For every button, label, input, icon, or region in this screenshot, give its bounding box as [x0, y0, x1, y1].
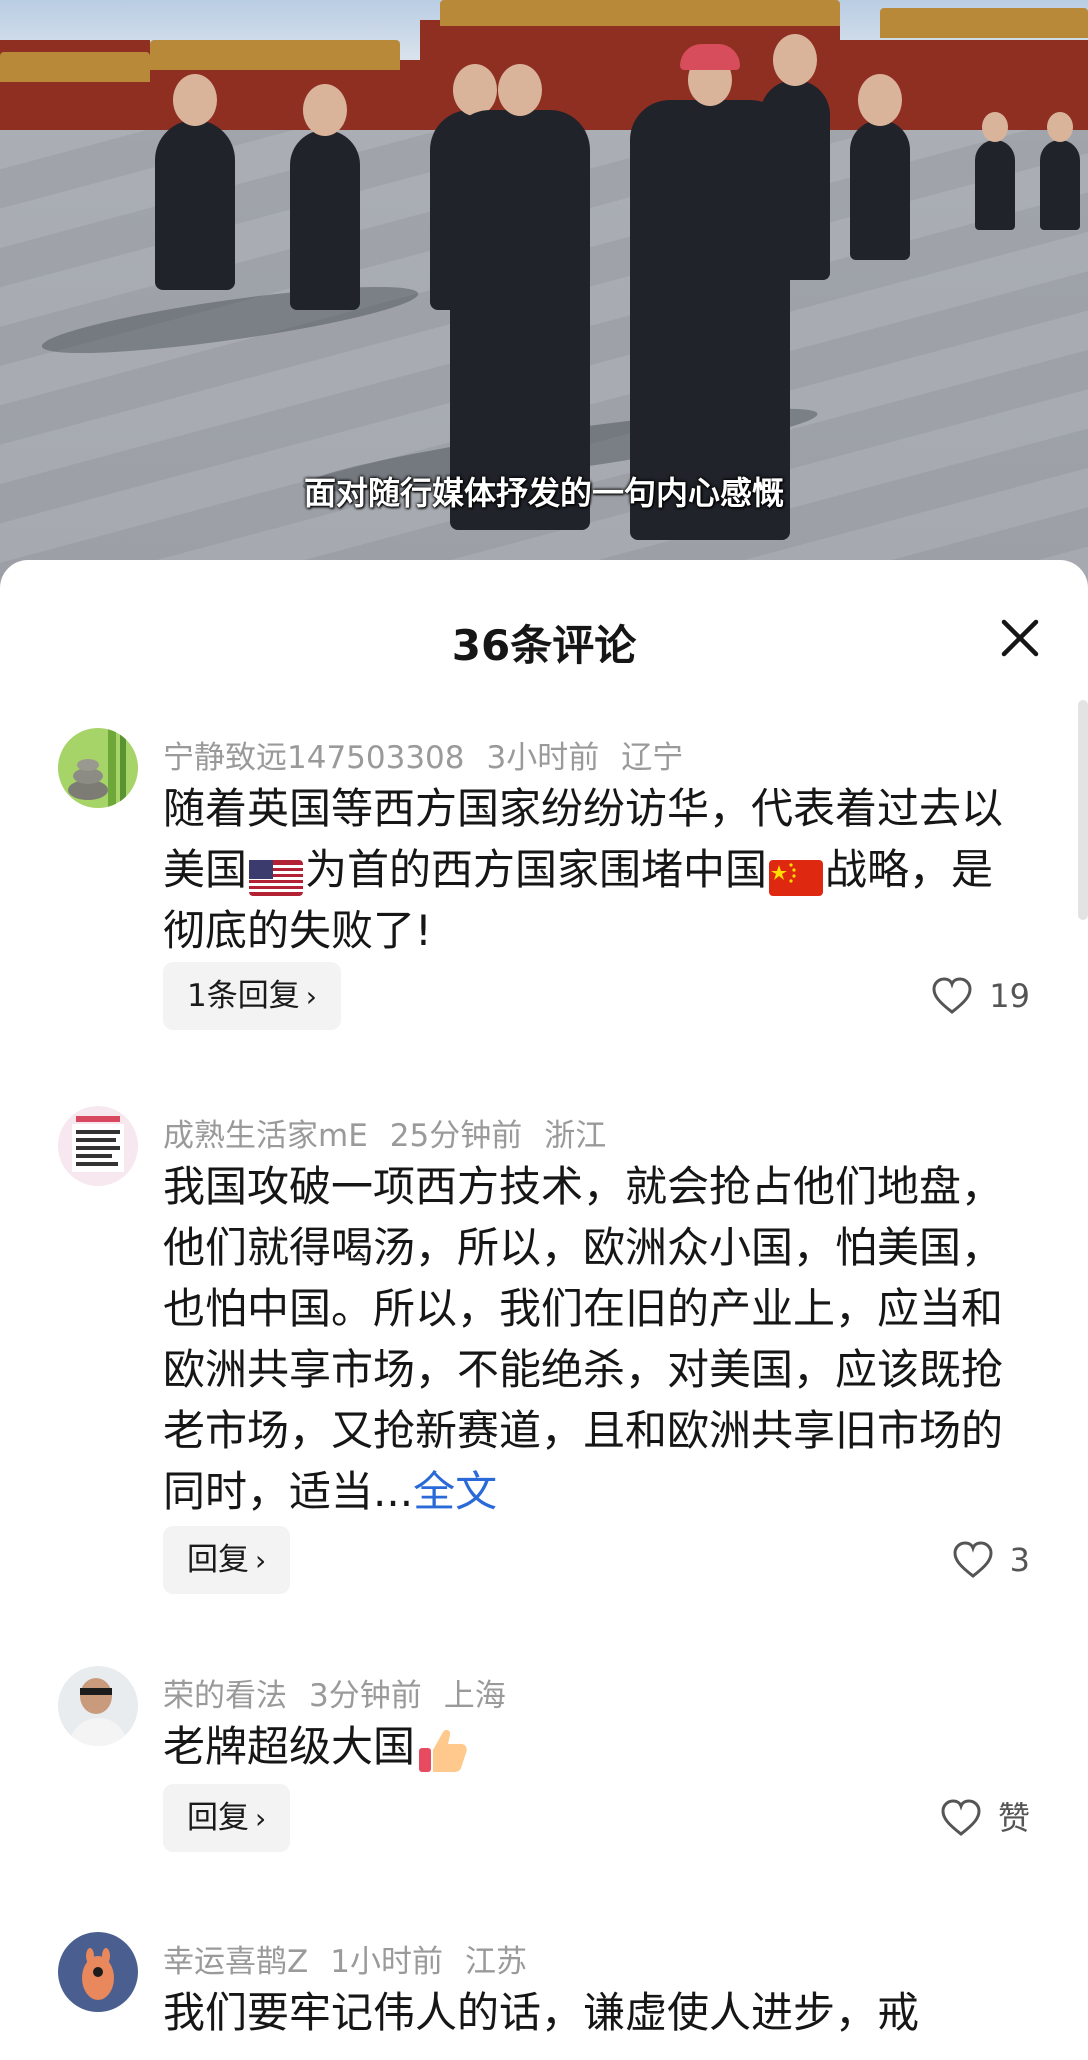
comment-text: 我国攻破一项西方技术，就会抢占他们地盘，他们就得喝汤，所以，欧洲众小国，怕美国，… — [163, 1156, 1013, 1522]
comment-text-part: 为首的西方国家围堵中国 — [305, 845, 768, 894]
comment-text-body: 我国攻破一项西方技术，就会抢占他们地盘，他们就得喝汤，所以，欧洲众小国，怕美国，… — [163, 1162, 1004, 1516]
username[interactable]: 荣的看法 — [163, 1678, 287, 1714]
comments-sheet: 36条评论 宁静致远147503308 3小时前 辽宁 随着英国等西方国家纷纷访华，… — [0, 560, 1088, 2060]
close-icon — [1001, 619, 1039, 657]
location: 江苏 — [464, 1944, 527, 1980]
comment-text: 老牌超级大国 — [163, 1716, 1013, 1778]
like-button[interactable]: 3 — [952, 1526, 1030, 1594]
person — [760, 34, 830, 280]
person — [975, 112, 1015, 230]
heart-icon — [941, 1799, 981, 1836]
timestamp: 3小时前 — [486, 740, 600, 776]
comments-count-title: 36条评论 — [451, 621, 637, 670]
avatar[interactable] — [58, 1106, 138, 1186]
china-flag-icon — [769, 851, 824, 896]
close-button[interactable] — [994, 612, 1046, 664]
comment-text-body: 老牌超级大国 — [163, 1722, 416, 1771]
view-replies-button[interactable]: 1条回复 › — [163, 962, 341, 1030]
palace-roof — [440, 0, 840, 26]
person — [155, 74, 235, 290]
comment-meta: 荣的看法 3分钟前 上海 — [163, 1670, 528, 1715]
heart-icon — [953, 1541, 993, 1578]
heart-icon — [932, 977, 972, 1014]
comment-meta: 成熟生活家mE 25分钟前 浙江 — [163, 1110, 628, 1155]
username[interactable]: 宁静致远147503308 — [163, 740, 465, 776]
person — [850, 74, 910, 260]
expand-full-text-link[interactable]: 全文 — [413, 1467, 497, 1516]
avatar[interactable] — [58, 1666, 138, 1746]
reply-label: 回复 — [187, 1542, 249, 1578]
chevron-right-icon: › — [305, 980, 317, 1013]
reply-label: 回复 — [187, 1800, 249, 1836]
location: 上海 — [443, 1678, 506, 1714]
scrollbar[interactable] — [1078, 700, 1088, 920]
comment-meta: 宁静致远147503308 3小时前 辽宁 — [163, 732, 705, 777]
like-count: 3 — [1009, 1541, 1030, 1579]
palace-roof — [0, 52, 150, 82]
video-subtitle: 面对随行媒体抒发的一句内心感慨 — [303, 474, 784, 512]
timestamp: 25分钟前 — [389, 1118, 523, 1154]
reply-label: 1条回复 — [187, 978, 300, 1014]
thumbs-up-icon — [415, 1722, 471, 1778]
location: 辽宁 — [621, 740, 684, 776]
person — [290, 84, 360, 310]
person — [1040, 112, 1080, 230]
palace-roof — [150, 40, 400, 70]
chevron-right-icon: › — [255, 1544, 267, 1577]
palace-roof — [880, 8, 1088, 38]
reply-button[interactable]: 回复 › — [163, 1784, 291, 1852]
reply-button[interactable]: 回复 › — [163, 1526, 291, 1594]
video-player[interactable]: 面对随行媒体抒发的一句内心感慨 — [0, 0, 1088, 600]
comment-text: 我们要牢记伟人的话，谦虚使人进步，戒 — [163, 1982, 1013, 2043]
timestamp: 3分钟前 — [309, 1678, 422, 1714]
comment-text: 随着英国等西方国家纷纷访华，代表着过去以美国 为首的西方国家围堵中国 战略，是彻底的… — [163, 778, 1013, 961]
us-flag-icon — [249, 851, 304, 896]
comment-meta: 幸运喜鹊Z 1小时前 江苏 — [163, 1936, 549, 1981]
chevron-right-icon: › — [255, 1802, 267, 1835]
username[interactable]: 成熟生活家mE — [163, 1118, 368, 1154]
like-button[interactable]: 赞 — [940, 1784, 1030, 1852]
person — [450, 64, 590, 530]
avatar[interactable] — [58, 728, 138, 808]
like-count: 19 — [989, 977, 1030, 1015]
like-button[interactable]: 19 — [931, 962, 1030, 1030]
avatar[interactable] — [58, 1932, 138, 2012]
like-label: 赞 — [997, 1799, 1030, 1837]
comment-text-body: 我们要牢记伟人的话，谦虚使人进步，戒 — [163, 1988, 920, 2037]
username[interactable]: 幸运喜鹊Z — [163, 1944, 308, 1980]
timestamp: 1小时前 — [330, 1944, 443, 1980]
location: 浙江 — [544, 1118, 607, 1154]
